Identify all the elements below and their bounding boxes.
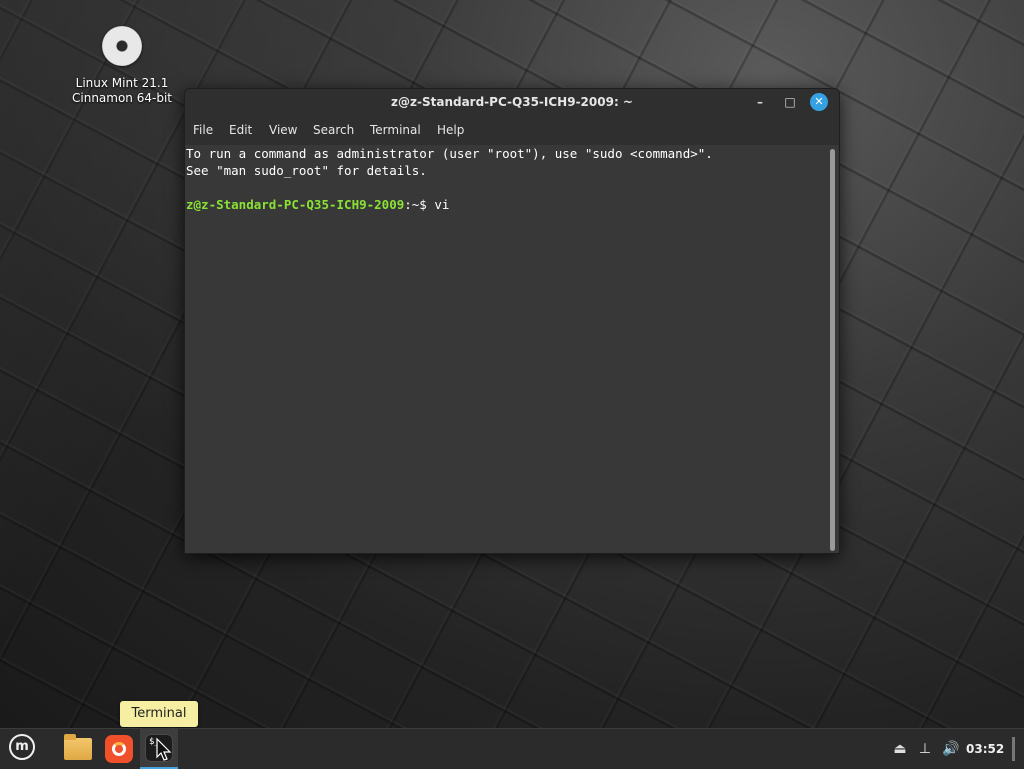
desktop-background: Linux Mint 21.1 Cinnamon 64-bit z@z-Stan… (0, 0, 1024, 728)
desktop-icon-install[interactable]: Linux Mint 21.1 Cinnamon 64-bit (62, 24, 182, 106)
show-desktop-button[interactable] (1012, 729, 1015, 769)
mint-menu-icon: m (9, 734, 35, 760)
menu-edit[interactable]: Edit (229, 123, 252, 137)
menu-terminal[interactable]: Terminal (370, 123, 421, 137)
volume-icon[interactable]: 🔊 (940, 729, 962, 769)
firefox-launcher[interactable] (100, 729, 138, 769)
mint-menu-button[interactable]: m (4, 729, 40, 769)
terminal-tooltip: Terminal (120, 701, 198, 727)
prompt-path: :~$ (404, 197, 435, 212)
menu-bar: File Edit View Search Terminal Help (185, 115, 839, 145)
files-launcher[interactable] (58, 729, 96, 769)
network-icon[interactable]: ⊥ (914, 729, 936, 769)
desktop-icon-label-line2: Cinnamon 64-bit (72, 91, 172, 105)
menu-view[interactable]: View (269, 123, 297, 137)
menu-help[interactable]: Help (437, 123, 464, 137)
terminal-prompt-line: z@z-Standard-PC-Q35-ICH9-2009:~$ vi (186, 196, 449, 213)
terminal-line: To run a command as administrator (user … (186, 146, 713, 161)
desktop-icon-label-line1: Linux Mint 21.1 (75, 76, 169, 90)
menu-search[interactable]: Search (313, 123, 354, 137)
folder-icon (64, 734, 92, 760)
terminal-window[interactable]: z@z-Standard-PC-Q35-ICH9-2009: ~ – □ ✕ F… (184, 88, 840, 554)
keyboard-layout-icon[interactable]: ⏏ (890, 729, 910, 769)
window-title: z@z-Standard-PC-Q35-ICH9-2009: ~ (391, 95, 633, 109)
close-button[interactable]: ✕ (810, 93, 828, 111)
bottom-panel: m $_ ⏏ ⊥ 🔊 03:52 (0, 728, 1024, 769)
prompt-user-host: z@z-Standard-PC-Q35-ICH9-2009 (186, 197, 405, 212)
prompt-command: vi (434, 197, 450, 212)
terminal-scrollbar[interactable] (830, 149, 835, 551)
maximize-button[interactable]: □ (781, 93, 799, 111)
minimize-button[interactable]: – (751, 93, 769, 111)
clock[interactable]: 03:52 (966, 729, 1006, 769)
terminal-line: See "man sudo_root" for details. (186, 163, 427, 178)
mouse-cursor-icon (156, 737, 172, 761)
menu-file[interactable]: File (193, 123, 213, 137)
terminal-output[interactable]: To run a command as administrator (user … (185, 145, 829, 553)
firefox-icon (105, 735, 133, 763)
window-titlebar[interactable]: z@z-Standard-PC-Q35-ICH9-2009: ~ – □ ✕ (185, 89, 839, 115)
disc-icon (102, 26, 142, 66)
